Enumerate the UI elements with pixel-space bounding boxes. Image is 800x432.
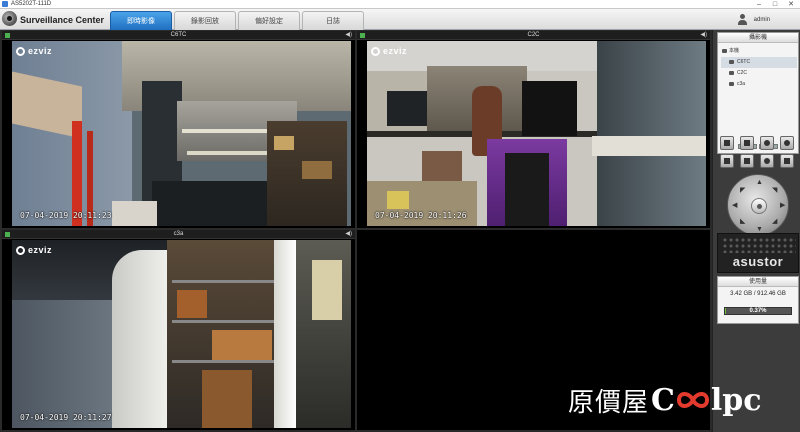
fullscreen-icon[interactable]	[720, 154, 734, 168]
camera-cell-c6tc[interactable]: C6TC ◀) ezviz 07-04-2019 20:11:23	[2, 31, 355, 228]
surveillance-window: AS5202T-111D – □ ✕ Surveillance Center 即…	[0, 0, 800, 432]
camera-name: C2C	[527, 32, 540, 38]
minimize-icon[interactable]: –	[752, 0, 766, 9]
tab-playback[interactable]: 錄影回放	[174, 11, 236, 30]
camera-icon	[729, 71, 734, 75]
app-title: Surveillance Center	[20, 15, 105, 25]
window-titlebar: AS5202T-111D – □ ✕	[0, 0, 800, 9]
user-name: admin	[753, 16, 770, 23]
speaker-icon[interactable]: ◀)	[345, 231, 352, 238]
camera-icon	[729, 60, 734, 64]
brand-panel: asustor	[717, 233, 799, 273]
user-icon	[737, 14, 748, 25]
camera-header: C6TC ◀)	[2, 31, 355, 40]
ezviz-logo: ezviz	[16, 46, 52, 56]
record-icon[interactable]	[780, 136, 794, 150]
camera-header: c3a ◀)	[2, 230, 355, 239]
speaker-grill	[722, 237, 796, 253]
camera-feed[interactable]: ezviz 07-04-2019 20:11:23	[12, 41, 351, 226]
ptz-down-right-icon[interactable]: ◢	[772, 218, 777, 225]
camera-cell-c3a[interactable]: c3a ◀) ezviz 07-04-2019 20:11:27	[2, 230, 355, 430]
ptz-down-left-icon[interactable]: ◣	[740, 218, 745, 225]
speaker-icon[interactable]: ◀)	[700, 32, 707, 39]
camera-name: c3a	[173, 231, 184, 237]
ptz-right-icon[interactable]: ▶	[780, 202, 785, 209]
app-icon	[2, 1, 8, 7]
camera-list-title: 攝影機	[718, 33, 798, 43]
camera-icon	[729, 82, 734, 86]
tree-item-c3a[interactable]: c3a	[721, 79, 797, 90]
ezviz-logo: ezviz	[16, 245, 52, 255]
camera-tree: 本機 C6TC C2C c3a	[721, 46, 797, 90]
camera-timestamp: 07-04-2019 20:11:27	[20, 413, 112, 422]
camera-name: C6TC	[170, 32, 187, 38]
tree-item-c2c[interactable]: C2C	[721, 68, 797, 79]
sidebar: 攝影機 本機 C6TC C2C c3a ▲ ▼ ◀ ▶ ◤ ◥ ◣ ◢ asus…	[712, 30, 800, 432]
camera-cell-c2c[interactable]: C2C ◀) ezviz 07-04-2019 20:11:26	[357, 31, 710, 228]
ptz-left-icon[interactable]: ◀	[732, 202, 737, 209]
wrench-icon[interactable]	[780, 154, 794, 168]
app-header: Surveillance Center 即時影像 錄影回放 偏好設定 日誌 ad…	[0, 9, 800, 30]
camera-feed[interactable]: ezviz 07-04-2019 20:11:26	[367, 41, 706, 226]
ptz-up-right-icon[interactable]: ◥	[772, 187, 777, 194]
ptz-center-button[interactable]	[751, 198, 767, 214]
tab-logs[interactable]: 日誌	[302, 11, 364, 30]
camera-header: C2C ◀)	[357, 31, 710, 40]
camera-grid: C6TC ◀) ezviz 07-04-2019 20:11:23 C2C ◀)…	[0, 30, 712, 432]
tree-item-c6tc[interactable]: C6TC	[721, 57, 797, 68]
usage-bar: 0.37%	[724, 307, 792, 315]
audio-icon[interactable]	[740, 154, 754, 168]
ptz-control[interactable]: ▲ ▼ ◀ ▶ ◤ ◥ ◣ ◢	[727, 174, 789, 236]
usage-size: 3.42 GB / 912.46 GB	[730, 291, 786, 297]
camera-timestamp: 07-04-2019 20:11:26	[375, 211, 467, 220]
main-tabs: 即時影像 錄影回放 偏好設定 日誌	[110, 11, 366, 30]
server-icon	[722, 49, 727, 53]
watermark-c: C	[651, 382, 675, 418]
usage-title: 使用量	[718, 277, 798, 287]
tab-live-view[interactable]: 即時影像	[110, 11, 172, 30]
camera-logo-icon	[2, 11, 17, 26]
brand-logo: asustor	[732, 254, 784, 269]
layout-grid-icon[interactable]	[720, 136, 734, 150]
coolpc-watermark: 原價屋 C lpc	[568, 380, 762, 420]
tab-preferences[interactable]: 偏好設定	[238, 11, 300, 30]
speaker-icon[interactable]: ◀)	[345, 32, 352, 39]
window-title: AS5202T-111D	[11, 1, 52, 7]
layout-single-icon[interactable]	[740, 136, 754, 150]
usage-percent: 0.37%	[749, 308, 767, 314]
maximize-icon[interactable]: □	[768, 0, 782, 9]
tool-buttons	[718, 136, 798, 168]
watermark-latin: lpc	[710, 382, 762, 418]
ptz-down-icon[interactable]: ▼	[756, 226, 763, 233]
tree-root[interactable]: 本機	[721, 46, 797, 57]
ezviz-logo: ezviz	[371, 46, 407, 56]
infinity-icon	[676, 392, 709, 408]
ptz-up-left-icon[interactable]: ◤	[740, 187, 745, 194]
close-icon[interactable]: ✕	[784, 0, 798, 9]
storage-usage-panel: 使用量 3.42 GB / 912.46 GB 0.37%	[717, 276, 799, 324]
camera-timestamp: 07-04-2019 20:11:23	[20, 211, 112, 220]
user-menu[interactable]: admin	[737, 13, 770, 26]
settings-icon[interactable]	[760, 154, 774, 168]
watermark-cjk: 原價屋	[568, 387, 650, 418]
snapshot-icon[interactable]	[760, 136, 774, 150]
ptz-up-icon[interactable]: ▲	[756, 179, 763, 186]
camera-feed[interactable]: ezviz 07-04-2019 20:11:27	[12, 240, 351, 428]
